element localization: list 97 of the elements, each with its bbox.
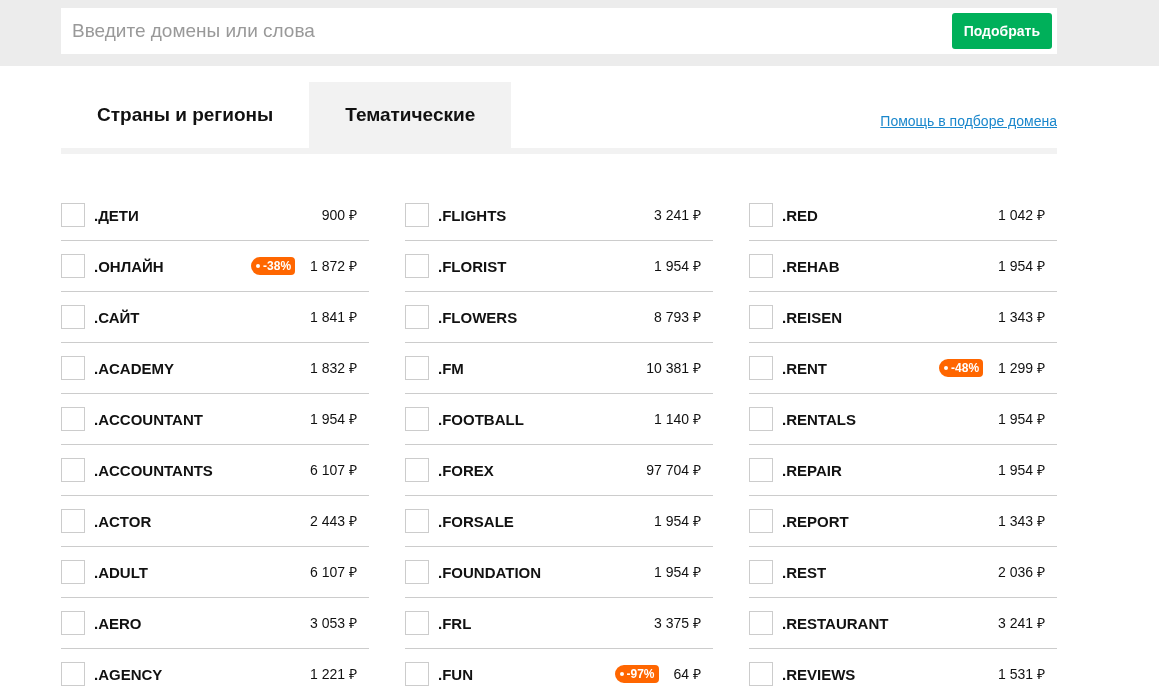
checkbox[interactable] (405, 254, 429, 278)
domain-name: .ДЕТИ (94, 206, 139, 227)
price: 2 036 ₽ (998, 562, 1045, 582)
price: 1 140 ₽ (654, 409, 701, 429)
checkbox[interactable] (749, 662, 773, 686)
domain-name: .FM (438, 359, 464, 380)
checkbox[interactable] (749, 407, 773, 431)
price: 2 443 ₽ (310, 511, 357, 531)
checkbox[interactable] (749, 560, 773, 584)
price: 3 241 ₽ (654, 205, 701, 225)
price: 1 841 ₽ (310, 307, 357, 327)
price: 1 954 ₽ (998, 256, 1045, 276)
checkbox[interactable] (61, 305, 85, 329)
discount-tag: -38% (251, 257, 296, 275)
checkbox[interactable] (405, 611, 429, 635)
checkbox[interactable] (61, 509, 85, 533)
domain-name: .ACCOUNTANTS (94, 461, 213, 482)
price: 1 872 ₽ (310, 256, 357, 276)
checkbox[interactable] (61, 203, 85, 227)
domain-name: .RED (782, 206, 818, 227)
checkbox[interactable] (749, 356, 773, 380)
checkbox[interactable] (749, 611, 773, 635)
price: 6 107 ₽ (310, 460, 357, 480)
domain-name: .REPORT (782, 512, 849, 533)
price: 64 ₽ (673, 664, 701, 684)
domain-name: .AERO (94, 614, 142, 635)
price: 1 221 ₽ (310, 664, 357, 684)
price: 1 954 ₽ (654, 511, 701, 531)
price: 3 053 ₽ (310, 613, 357, 633)
checkbox[interactable] (405, 407, 429, 431)
price: 1 954 ₽ (654, 562, 701, 582)
domain-name: .САЙТ (94, 308, 140, 329)
checkbox[interactable] (61, 356, 85, 380)
domain-name: .FLIGHTS (438, 206, 507, 227)
checkbox[interactable] (749, 203, 773, 227)
checkbox[interactable] (405, 509, 429, 533)
price: 3 375 ₽ (654, 613, 701, 633)
checkbox[interactable] (61, 560, 85, 584)
checkbox[interactable] (61, 458, 85, 482)
domain-name: .FOREX (438, 461, 494, 482)
checkbox[interactable] (749, 458, 773, 482)
checkbox[interactable] (405, 458, 429, 482)
price: 1 299 ₽ (998, 358, 1045, 378)
domain-name: .REPAIR (782, 461, 842, 482)
domain-name: .REST (782, 563, 827, 584)
domain-name: .ACCOUNTANT (94, 410, 203, 431)
price: 1 832 ₽ (310, 358, 357, 378)
domain-name: .FLOWERS (438, 308, 518, 329)
domain-name: .RENT (782, 359, 827, 380)
domain-name: .REISEN (782, 308, 842, 329)
checkbox[interactable] (405, 560, 429, 584)
search-field[interactable]: Введите домены или слова Подобрать (61, 8, 1057, 54)
price: 1 531 ₽ (998, 664, 1045, 684)
domain-name: .ACTOR (94, 512, 152, 533)
domain-name: .FORSALE (438, 512, 514, 533)
domain-name: .FOUNDATION (438, 563, 542, 584)
checkbox[interactable] (749, 509, 773, 533)
price: 97 704 ₽ (646, 460, 701, 480)
price: 1 343 ₽ (998, 511, 1045, 531)
checkbox[interactable] (61, 611, 85, 635)
domain-name: .ACADEMY (94, 359, 174, 380)
discount-tag: -97% (614, 665, 659, 683)
price: 10 381 ₽ (646, 358, 701, 378)
discount-tag: -48% (939, 359, 984, 377)
domain-name: .RENTALS (782, 410, 856, 431)
price: 6 107 ₽ (310, 562, 357, 582)
domain-name: .FUN (438, 665, 473, 686)
checkbox[interactable] (749, 254, 773, 278)
domain-name: .REHAB (782, 257, 840, 278)
price: 1 343 ₽ (998, 307, 1045, 327)
price: 900 ₽ (321, 205, 357, 225)
checkbox[interactable] (61, 254, 85, 278)
price: 1 954 ₽ (998, 460, 1045, 480)
price: 1 954 ₽ (654, 256, 701, 276)
checkbox[interactable] (61, 407, 85, 431)
checkbox[interactable] (749, 305, 773, 329)
price: 3 241 ₽ (998, 613, 1045, 633)
domain-name: .FRL (438, 614, 472, 635)
domain-name: .FOOTBALL (438, 410, 524, 431)
search-button[interactable]: Подобрать (951, 13, 1052, 49)
domain-name: .REVIEWS (782, 665, 856, 686)
price: 8 793 ₽ (654, 307, 701, 327)
domain-name: .RESTAURANT (782, 614, 889, 635)
domain-name: .ADULT (94, 563, 148, 584)
checkbox[interactable] (405, 203, 429, 227)
price: 1 042 ₽ (998, 205, 1045, 225)
checkbox[interactable] (61, 662, 85, 686)
checkbox[interactable] (405, 662, 429, 686)
price: 1 954 ₽ (998, 409, 1045, 429)
domain-name: .AGENCY (94, 665, 163, 686)
help-link[interactable]: Помощь в подборе домена (880, 111, 1057, 132)
checkbox[interactable] (405, 305, 429, 329)
checkbox[interactable] (405, 356, 429, 380)
price: 1 954 ₽ (310, 409, 357, 429)
domain-name: .ОНЛАЙН (94, 257, 164, 278)
domain-name: .FLORIST (438, 257, 507, 278)
tab[interactable]: Тематические (309, 82, 512, 148)
